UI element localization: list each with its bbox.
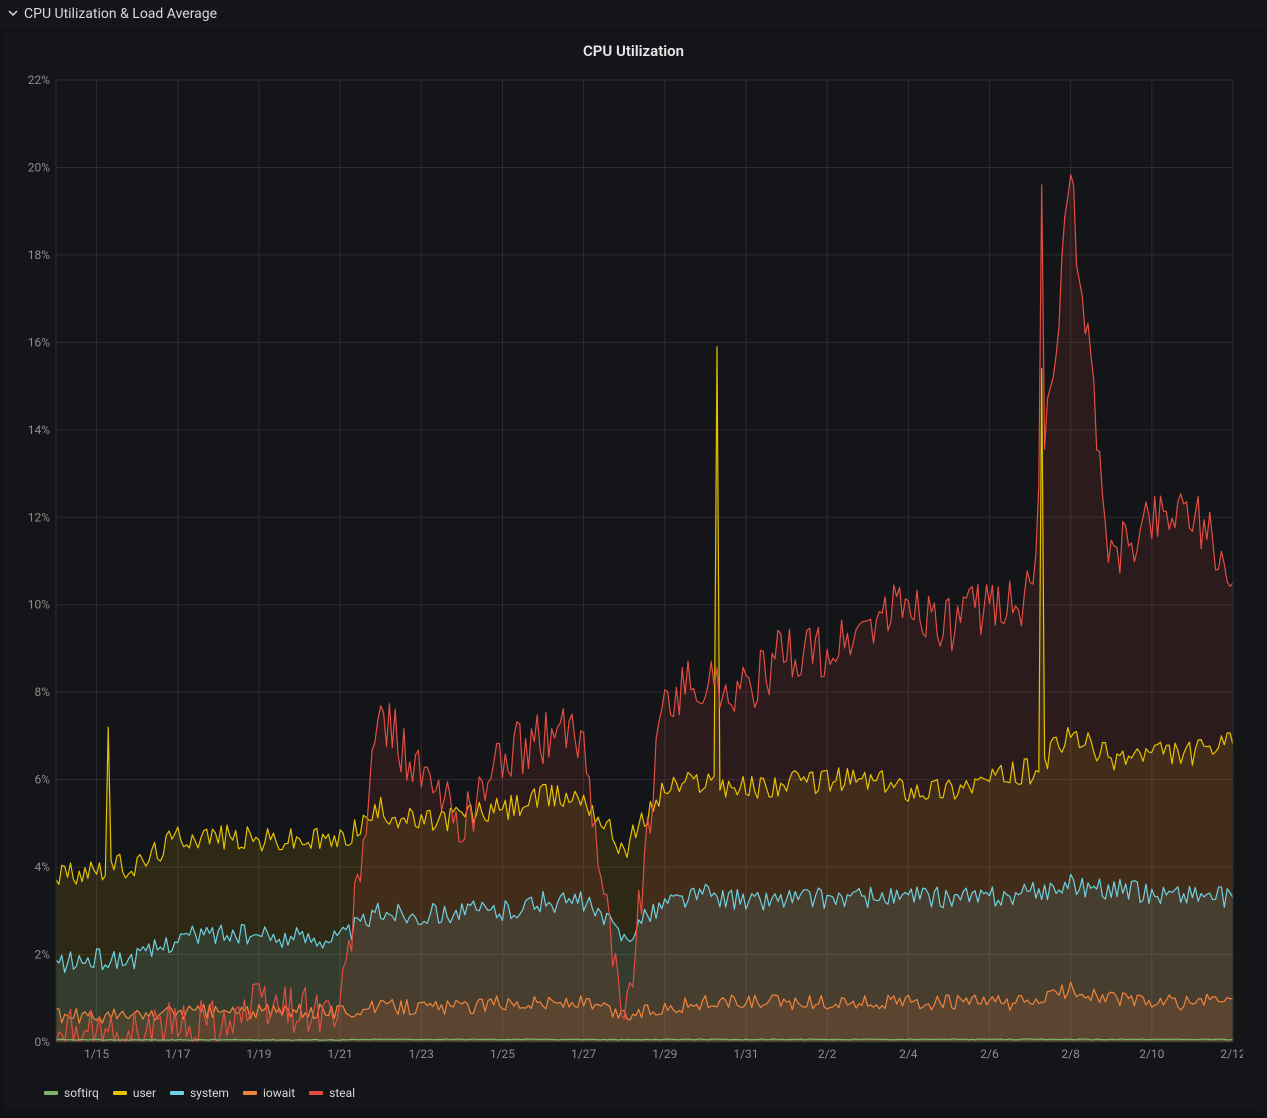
svg-text:12%: 12% [28,510,50,524]
legend-label: system [190,1086,229,1100]
svg-text:16%: 16% [28,335,50,349]
svg-text:20%: 20% [28,160,50,174]
svg-text:2/12: 2/12 [1220,1047,1243,1061]
svg-text:4%: 4% [34,860,50,874]
svg-text:1/21: 1/21 [328,1047,353,1061]
svg-text:2/2: 2/2 [818,1047,837,1061]
svg-text:18%: 18% [28,248,50,262]
chart-plot-area[interactable]: 0% 2% 4% 6% 8% 10% 12% 14% 16% 18% 20% 22% 1/15 1/17 1… [12,72,1243,1072]
svg-text:1/17: 1/17 [165,1047,190,1061]
svg-text:6%: 6% [34,773,50,787]
chevron-down-icon [8,6,18,22]
panel-row-title: CPU Utilization & Load Average [24,6,217,22]
chart-svg: 0% 2% 4% 6% 8% 10% 12% 14% 16% 18% 20% 22% 1/15 1/17 1… [12,72,1243,1072]
legend-item-system[interactable]: system [170,1086,229,1100]
legend-label: user [133,1086,156,1100]
svg-text:1/27: 1/27 [571,1047,596,1061]
legend-label: steal [329,1086,355,1100]
svg-text:1/19: 1/19 [246,1047,271,1061]
legend-swatch-user [113,1091,127,1095]
svg-text:1/31: 1/31 [733,1047,758,1061]
legend-item-steal[interactable]: steal [309,1086,355,1100]
svg-text:0%: 0% [34,1035,50,1049]
svg-text:2/4: 2/4 [899,1047,918,1061]
svg-text:2/8: 2/8 [1061,1047,1080,1061]
cpu-utilization-panel: CPU Utilization 0% 2% 4% 6% 8% 10% 12% 14% 16% 18… [4,32,1263,1110]
legend-item-softirq[interactable]: softirq [44,1086,99,1100]
chart-title: CPU Utilization [4,32,1263,64]
svg-text:1/25: 1/25 [490,1047,515,1061]
svg-text:1/15: 1/15 [84,1047,109,1061]
legend-label: softirq [64,1086,99,1100]
panel-row-header[interactable]: CPU Utilization & Load Average [0,0,1267,28]
svg-text:10%: 10% [28,598,50,612]
svg-text:2/6: 2/6 [980,1047,999,1061]
legend-swatch-system [170,1091,184,1095]
legend-label: iowait [263,1086,295,1100]
chart-legend: softirq user system iowait steal [4,1080,1263,1110]
legend-swatch-iowait [243,1091,257,1095]
legend-item-iowait[interactable]: iowait [243,1086,295,1100]
svg-text:2%: 2% [34,948,50,962]
svg-text:1/23: 1/23 [409,1047,434,1061]
legend-swatch-softirq [44,1091,58,1095]
legend-swatch-steal [309,1091,323,1095]
svg-text:14%: 14% [28,423,50,437]
legend-item-user[interactable]: user [113,1086,156,1100]
svg-text:8%: 8% [34,685,50,699]
svg-text:2/10: 2/10 [1139,1047,1164,1061]
svg-text:22%: 22% [28,73,50,87]
svg-text:1/29: 1/29 [652,1047,677,1061]
